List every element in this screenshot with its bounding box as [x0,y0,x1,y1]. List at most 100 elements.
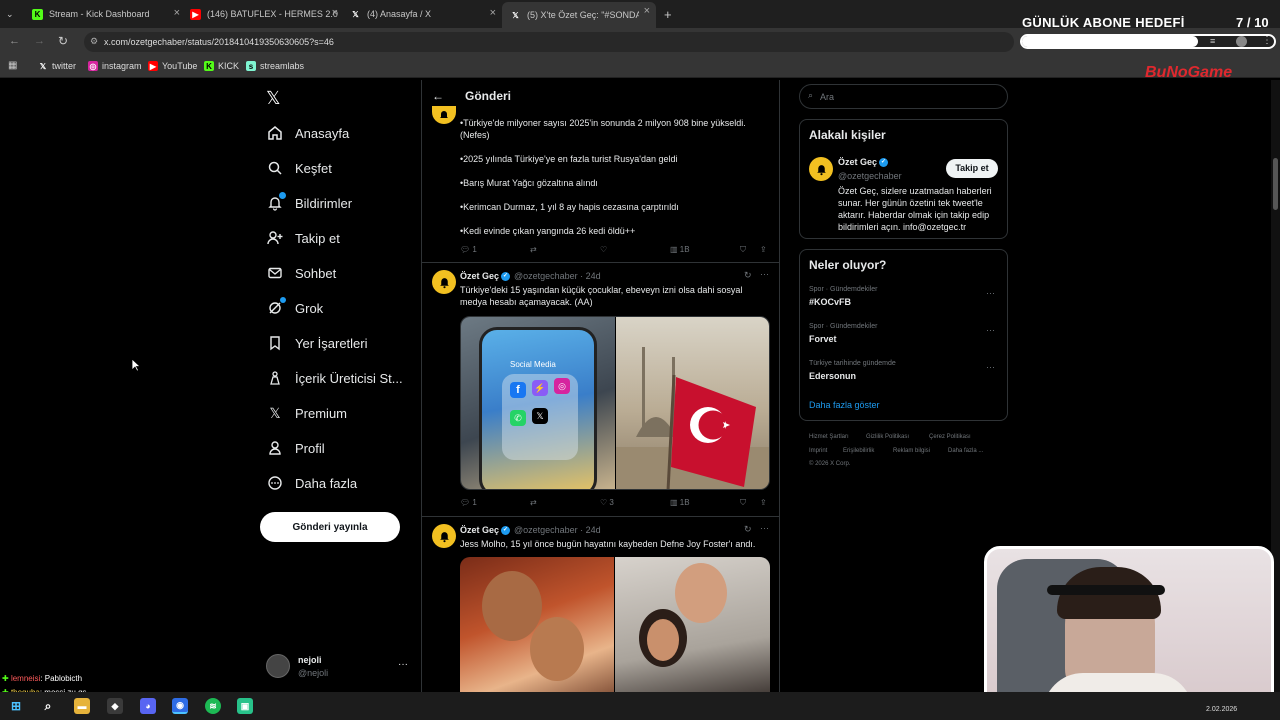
account-menu-icon[interactable]: ··· [398,659,408,670]
nav-label: Sohbet [295,265,337,281]
spotify-icon[interactable]: ≋ [205,698,221,714]
photo-right [615,557,770,692]
site-info-icon[interactable]: ⚙ [90,36,98,47]
tab-kick[interactable]: K Stream - Kick Dashboard × [32,4,180,24]
trend-item[interactable]: Türkiye tarihinde gündemde Edersonun ··· [800,356,1007,390]
nav-explore[interactable]: Keşfet [266,159,332,177]
bookmark-youtube[interactable]: ▶ YouTube [148,61,197,71]
nav-bookmarks[interactable]: Yer İşaretleri [266,334,368,352]
trend-category: Türkiye tarihinde gündemde [809,360,896,367]
nav-premium[interactable]: 𝕏 Premium [266,404,347,422]
menu-icon[interactable]: ≡ [1210,36,1215,46]
grok-explain-icon[interactable]: ↻ [744,270,752,281]
trend-more-icon[interactable]: ··· [986,325,995,335]
apps-icon[interactable]: ▦ [8,60,17,71]
tab-x-home[interactable]: 𝕏 (4) Anasayfa / X × [350,4,496,24]
nav-notifications[interactable]: Bildirimler [266,192,352,212]
like-button[interactable]: ♡ [600,245,607,254]
follow-button[interactable]: Takip et [946,159,998,178]
avatar[interactable] [432,106,456,124]
forward-icon[interactable]: → [34,35,45,47]
close-icon[interactable]: × [644,5,650,17]
tab-list-button[interactable]: ⌄ [6,4,22,24]
show-more-link[interactable]: Daha fazla göster [809,400,880,410]
views-button[interactable]: ▥ 1B [670,498,690,507]
views-count: 1B [679,245,690,254]
streamlabs-icon[interactable]: ▣ [237,698,253,714]
new-tab-button[interactable]: + [664,4,678,24]
bookmark-kick[interactable]: K KICK [204,61,239,71]
profile-icon[interactable] [1236,36,1247,47]
nav-home[interactable]: Anasayfa [266,124,349,142]
close-icon[interactable]: × [174,7,180,19]
reply-button[interactable]: 💬︎ 1 [460,245,477,254]
windows-start-icon[interactable]: ⊞ [8,698,24,714]
footer-link[interactable]: Imprint [809,448,827,454]
grok-explain-icon[interactable]: ↻ [744,524,752,535]
nav-profile[interactable]: Profil [266,439,325,457]
avatar[interactable] [432,524,456,548]
avatar[interactable] [809,157,833,181]
trend-more-icon[interactable]: ··· [986,362,995,372]
back-arrow-icon[interactable]: ← [432,89,444,103]
nav-grok[interactable]: Grok [266,297,323,317]
trends-title: Neler oluyor? [809,258,887,272]
tweet-media[interactable] [460,557,770,692]
reply-button[interactable]: 💬︎ 1 [460,498,477,507]
footer-link[interactable]: Çerez Politikası [929,434,971,440]
bookmark-twitter[interactable]: 𝕏twitter [38,61,76,71]
more-vert-icon[interactable]: ⋮ [1262,35,1272,46]
bookmark-button[interactable]: ⛉ [740,245,746,255]
tweet-author[interactable]: Özet Geç ✓ [460,525,511,536]
nav-chat[interactable]: Sohbet [266,264,336,282]
bookmark-button[interactable]: ⛉ [740,498,746,508]
share-button[interactable]: ⇪ [760,498,767,507]
footer-link[interactable]: Gizlilik Politikası [866,434,909,440]
tweet-more-icon[interactable]: ··· [760,269,769,279]
url-field[interactable]: ⚙ x.com/ozetgechaber/status/201841041935… [84,32,1014,52]
heart-icon: ♡ [600,245,608,254]
nav-follow[interactable]: Takip et [266,229,340,247]
nav-more[interactable]: Daha fazla [266,474,357,492]
discord-icon[interactable]: ◕ [140,698,156,714]
tab-youtube[interactable]: ▶ (146) BATUFLEX - HERMES 2.0 × [190,4,338,24]
repost-button[interactable]: ⇄ [530,498,537,507]
tweet-author[interactable]: Özet Geç ✓ [460,271,511,282]
trend-item[interactable]: Spor · Gündemdekiler Forvet ··· [800,319,1007,353]
file-explorer-icon[interactable]: ▬ [74,698,90,714]
reload-icon[interactable]: ↻ [58,34,68,48]
bookmark-label: KICK [218,61,240,71]
like-button[interactable]: ♡ 3 [600,498,614,507]
x-logo-icon[interactable]: 𝕏 [266,88,281,109]
avatar[interactable] [266,654,290,678]
chat-user: lemneisi [10,674,41,683]
footer-link[interactable]: Daha fazla ... [948,448,983,454]
bookmark-streamlabs[interactable]: s streamlabs [246,61,304,71]
close-icon[interactable]: × [490,7,496,19]
trend-item[interactable]: Spor · Gündemdekiler #KOCvFB ··· [800,282,1007,316]
chrome-icon[interactable]: ◉ [172,698,188,714]
trend-more-icon[interactable]: ··· [986,288,995,298]
share-button[interactable]: ⇪ [760,245,767,254]
footer-link[interactable]: Hizmet Şartları [809,434,849,440]
tweet-more-icon[interactable]: ··· [760,523,769,533]
scrollbar-thumb[interactable] [1273,158,1278,210]
tab-x-status[interactable]: 𝕏 (5) X'te Özet Geç: "#SONDAKİK × [502,2,656,28]
back-icon[interactable]: ← [9,35,20,47]
profile-icon [266,439,284,457]
search-input[interactable]: ⌕ Ara [799,84,1008,109]
tweet-media[interactable]: Social Media f ⚡ ◎ ✆ 𝕏 [460,316,770,490]
cursor-icon [131,358,141,372]
bookmark-instagram[interactable]: ◎ instagram [88,61,142,71]
app-icon[interactable]: ◆ [107,698,123,714]
footer-link[interactable]: Reklam bilgisi [893,448,930,454]
views-button[interactable]: ▥ 1B [670,245,690,254]
footer-link[interactable]: Erişilebilirlik [843,448,874,454]
nav-creator-studio[interactable]: İçerik Üreticisi St... [266,369,403,387]
search-icon[interactable]: ⌕ [40,698,56,714]
close-icon[interactable]: × [332,7,338,19]
related-name[interactable]: Özet Geç ✓ [838,157,889,168]
avatar[interactable] [432,270,456,294]
post-button[interactable]: Gönderi yayınla [260,512,400,542]
repost-button[interactable]: ⇄ [530,245,537,254]
